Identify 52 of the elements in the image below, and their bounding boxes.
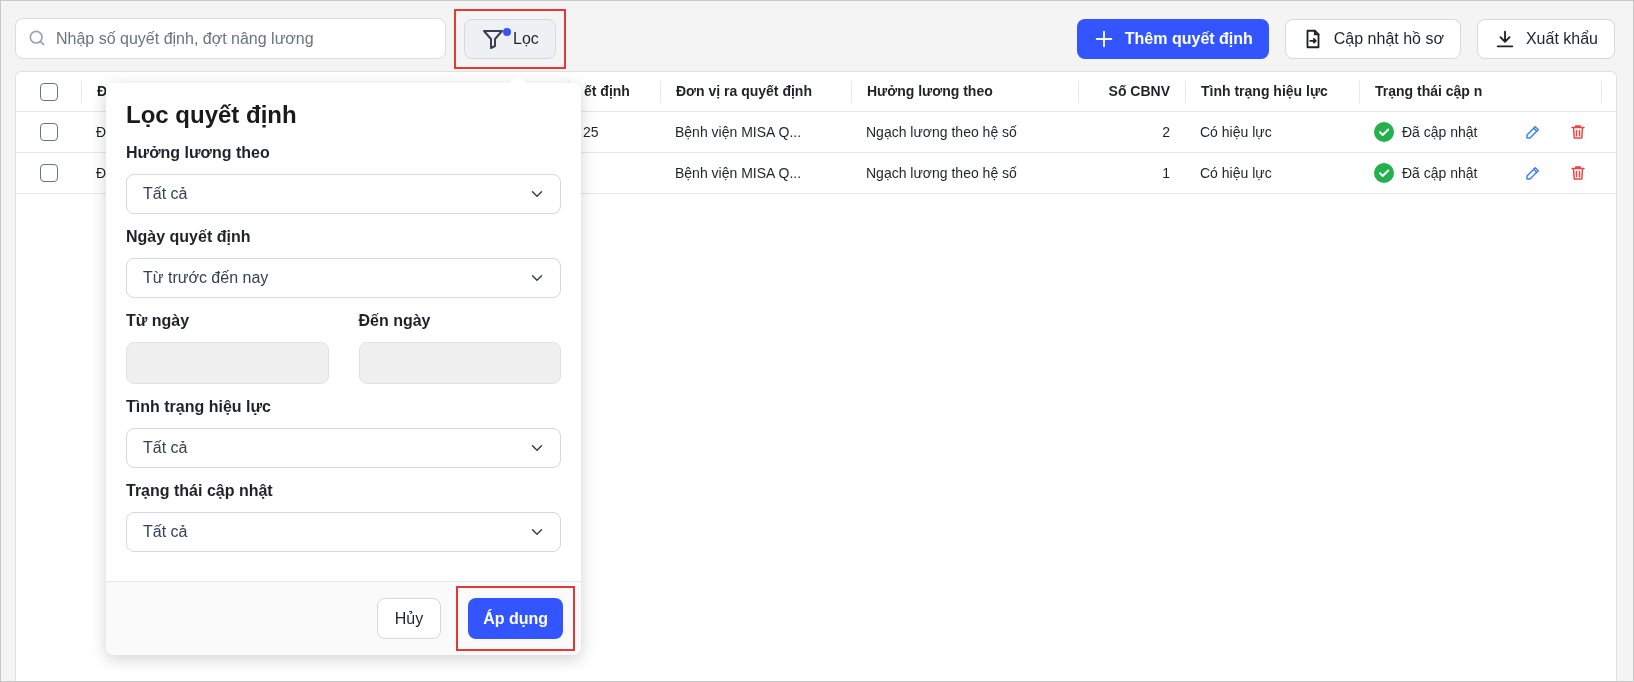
delete-button[interactable]	[1569, 164, 1587, 182]
apply-button[interactable]: Áp dụng	[468, 598, 563, 639]
trash-icon	[1569, 164, 1587, 182]
field-label: Ngày quyết định	[126, 227, 252, 247]
field-label: Hưởng lương theo	[126, 143, 271, 163]
table-cell-text: Bệnh viện MISA Q...	[675, 163, 802, 183]
filter-button[interactable]: Lọc	[464, 18, 556, 59]
select-field[interactable]: Tất cả	[126, 512, 561, 552]
search-icon	[27, 28, 47, 48]
pencil-icon	[1523, 164, 1542, 182]
table-cell-text: Có hiệu lực	[1200, 163, 1272, 183]
table-cell-text: Ngạch lương theo hệ số	[866, 122, 1017, 142]
checkbox[interactable]	[39, 82, 58, 101]
table-cell-text: Ngạch lương theo hệ số	[866, 163, 1017, 183]
field-label: Tình trạng hiệu lực	[126, 397, 272, 417]
checkbox[interactable]	[39, 164, 58, 182]
column-header[interactable]: Số CBNV	[1108, 81, 1170, 102]
table-cell-text: 2	[1162, 122, 1170, 142]
trash-icon	[1569, 123, 1587, 141]
select-field[interactable]: Tất cả	[126, 428, 561, 468]
status-text: Đã cập nhật	[1402, 122, 1478, 142]
table-cell-text: 1	[1162, 163, 1170, 183]
pencil-icon	[1523, 123, 1542, 141]
column-header[interactable]: Tình trạng hiệu lực	[1201, 81, 1328, 102]
check-circle-icon	[1374, 122, 1394, 142]
checkbox[interactable]	[39, 123, 58, 141]
table-cell-text: Có hiệu lực	[1200, 122, 1272, 142]
table-cell-text: Đ	[96, 163, 107, 183]
cancel-button[interactable]: Hủy	[376, 598, 442, 639]
field-label: Trạng thái cập nhật	[126, 481, 274, 501]
popup-title: Lọc quyết định	[126, 100, 298, 130]
column-header[interactable]: Trạng thái cập n	[1375, 81, 1483, 102]
select-field[interactable]: Từ trước đến nay	[126, 258, 561, 298]
field-label: Từ ngày	[126, 311, 191, 331]
update-profile-button[interactable]: Cập nhật hồ sơ	[1284, 18, 1461, 59]
column-header[interactable]: Hưởng lương theo	[867, 81, 993, 102]
table-cell-text: Đ	[96, 122, 107, 142]
status-text: Đã cập nhật	[1402, 163, 1478, 183]
select-field[interactable]: Tất cả	[126, 174, 561, 214]
column-header[interactable]: Đơn vị ra quyết định	[676, 81, 812, 102]
edit-button[interactable]	[1523, 123, 1542, 141]
export-button[interactable]: Xuất khẩu	[1476, 18, 1615, 59]
edit-button[interactable]	[1523, 164, 1542, 182]
search-field[interactable]: Nhập số quyết định, đợt nâng lương	[15, 18, 446, 59]
table-cell-text: 25	[583, 122, 599, 142]
field-label: Đến ngày	[358, 311, 432, 331]
add-decision-button[interactable]: Thêm quyết định	[1076, 18, 1269, 59]
column-header[interactable]: ết định	[584, 81, 630, 102]
check-circle-icon	[1374, 163, 1394, 183]
table-cell-text: Bệnh viện MISA Q...	[675, 122, 802, 142]
column-header[interactable]: Đ	[97, 81, 108, 102]
delete-button[interactable]	[1569, 123, 1587, 141]
